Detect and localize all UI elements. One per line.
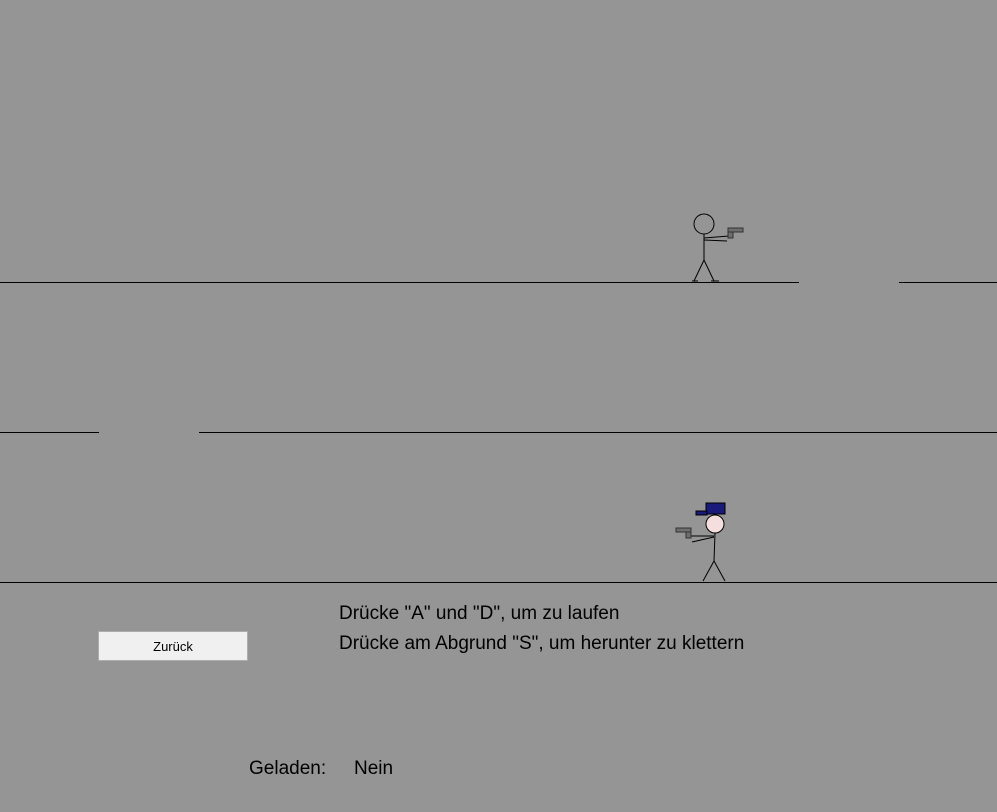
instruction-climb: Drücke am Abgrund "S", um herunter zu kl…: [339, 633, 745, 654]
loaded-label: Geladen:: [249, 758, 327, 779]
player-pistol: [675, 527, 692, 539]
game-canvas: Drücke "A" und "D", um zu laufen Drücke …: [0, 0, 997, 812]
enemy-pistol: [727, 227, 744, 239]
middle-floor-left: [0, 432, 99, 433]
loaded-value: Nein: [354, 758, 394, 779]
player-cap: [695, 502, 726, 516]
bottom-floor: [0, 582, 997, 583]
enemy-stick-figure: [692, 213, 744, 282]
upper-floor-left: [0, 282, 799, 283]
upper-floor-right: [899, 282, 997, 283]
player-stick-figure: [675, 502, 726, 582]
middle-floor-right: [199, 432, 997, 433]
instruction-walk: Drücke "A" und "D", um zu laufen: [339, 603, 620, 624]
back-button[interactable]: Zurück: [98, 631, 248, 661]
